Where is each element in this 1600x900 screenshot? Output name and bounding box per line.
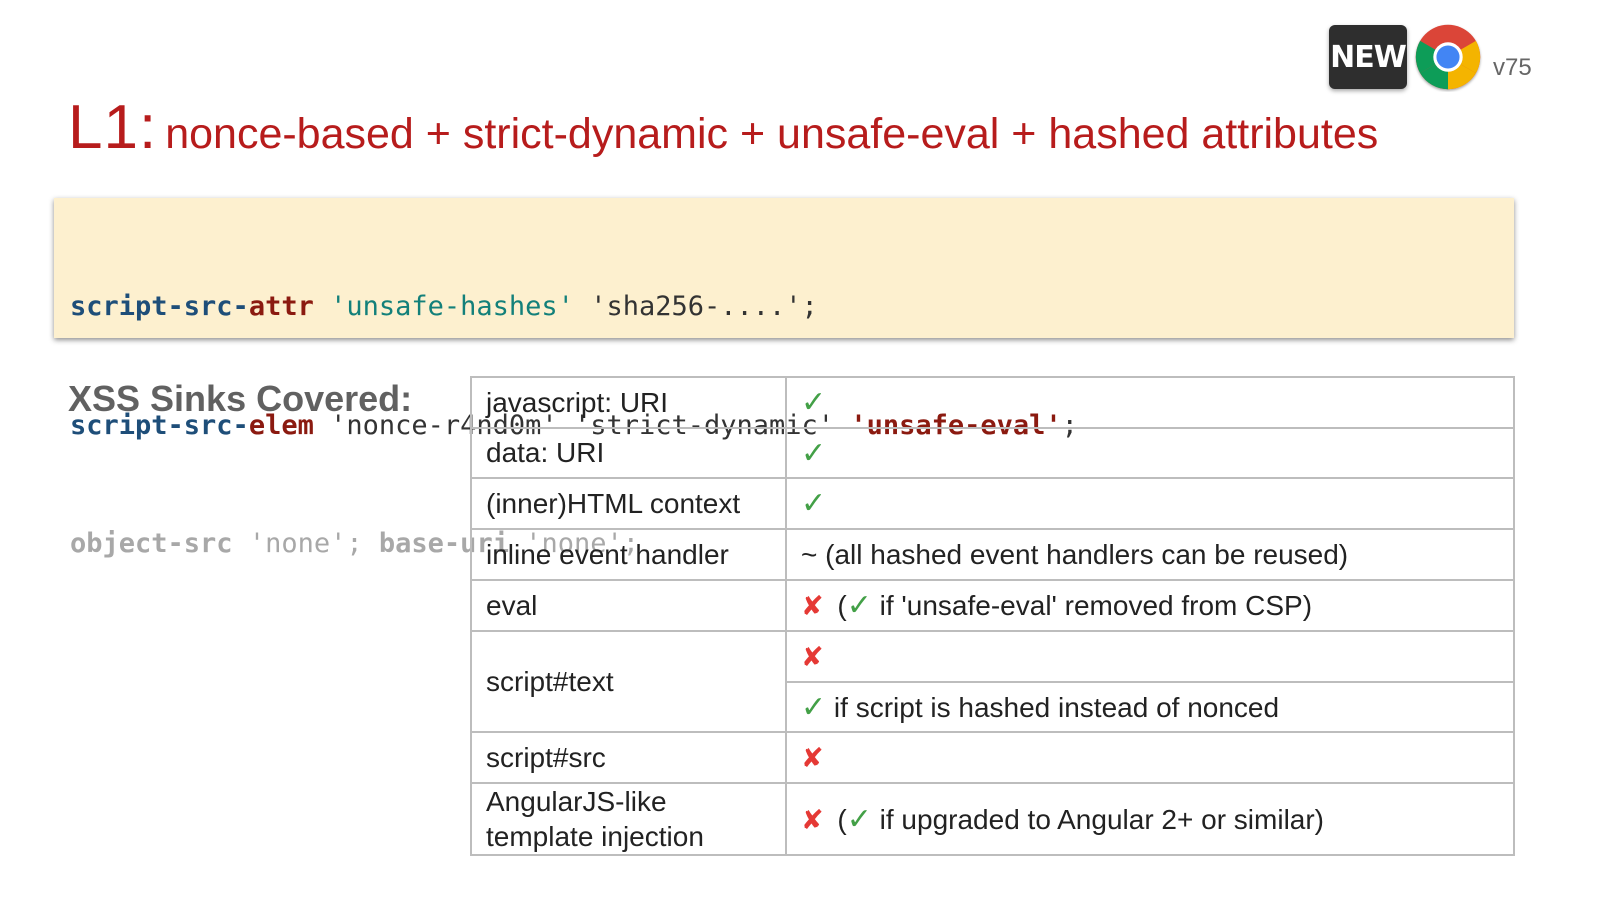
sink-status: ✓ bbox=[785, 376, 1515, 429]
table-row: data: URI ✓ bbox=[470, 427, 1515, 479]
sink-status: ✓ bbox=[785, 427, 1515, 479]
cross-icon: ✘ bbox=[801, 804, 824, 835]
title-prefix: L1: bbox=[68, 93, 158, 162]
note-paren: ( bbox=[837, 803, 847, 835]
check-icon: ✓ bbox=[846, 802, 872, 836]
check-icon: ✓ bbox=[801, 436, 827, 470]
code-punct: ; bbox=[801, 291, 818, 322]
table-row: script#src ✘ bbox=[470, 731, 1515, 784]
sink-name: AngularJS-like template injection bbox=[470, 782, 787, 856]
sink-status: ✘ (✓ if upgraded to Angular 2+ or simila… bbox=[785, 782, 1515, 856]
sink-name: eval bbox=[470, 579, 787, 632]
sinks-table: javascript: URI ✓ data: URI ✓ (inner)HTM… bbox=[470, 376, 1515, 856]
code-line-1: script-src-attr 'unsafe-hashes' 'sha256-… bbox=[70, 287, 1498, 327]
sink-note: if script is hashed instead of nonced bbox=[833, 691, 1280, 723]
version-label: v75 bbox=[1493, 54, 1532, 81]
code-directive: object-src bbox=[70, 528, 233, 559]
code-value: 'unsafe-hashes' bbox=[330, 291, 574, 322]
csp-code-block: script-src-attr 'unsafe-hashes' 'sha256-… bbox=[54, 198, 1514, 559]
table-row: eval ✘ (✓ if 'unsafe-eval' removed from … bbox=[470, 579, 1515, 632]
note-paren: ( bbox=[837, 590, 847, 621]
new-badge: NEW bbox=[1329, 25, 1407, 89]
sink-name-line: template injection bbox=[486, 821, 704, 852]
code-directive: script-src- bbox=[70, 291, 249, 322]
sink-name: javascript: URI bbox=[470, 376, 787, 429]
sink-status: ✘ (✓ if 'unsafe-eval' removed from CSP) bbox=[785, 579, 1515, 632]
sink-status: ✘ bbox=[785, 731, 1515, 784]
sink-name: script#src bbox=[470, 731, 787, 784]
sink-status: ~ (all hashed event handlers can be reus… bbox=[785, 528, 1515, 581]
sink-note: if 'unsafe-eval' removed from CSP) bbox=[879, 590, 1313, 621]
sink-status: ✓ bbox=[785, 477, 1515, 530]
table-row: javascript: URI ✓ bbox=[470, 376, 1515, 429]
check-icon: ✓ bbox=[801, 386, 827, 419]
sink-note: if upgraded to Angular 2+ or similar) bbox=[879, 803, 1325, 835]
sink-name: data: URI bbox=[470, 427, 787, 479]
cross-icon: ✘ bbox=[801, 591, 824, 621]
table-row: inline event handler ~ (all hashed event… bbox=[470, 528, 1515, 581]
table-row: script#text ✘ bbox=[470, 630, 1515, 733]
check-icon: ✓ bbox=[846, 589, 872, 622]
sink-status: ✘ bbox=[785, 630, 1515, 683]
sinks-heading: XSS Sinks Covered: bbox=[68, 378, 413, 419]
page-title: L1: nonce-based + strict-dynamic + unsafe… bbox=[68, 92, 1378, 163]
code-punct: ; bbox=[346, 528, 363, 559]
code-directive-suffix: attr bbox=[248, 291, 314, 322]
sink-name: script#text bbox=[470, 630, 787, 733]
table-row: AngularJS-like template injection ✘ (✓ if… bbox=[470, 782, 1515, 856]
table-row: (inner)HTML context ✓ bbox=[470, 477, 1515, 530]
sink-status: ✓ if script is hashed instead of nonced bbox=[785, 681, 1515, 733]
chrome-logo-icon bbox=[1415, 24, 1481, 90]
sink-name: inline event handler bbox=[470, 528, 787, 581]
code-value: 'none' bbox=[248, 528, 347, 559]
title-main: nonce-based + strict-dynamic + unsafe-ev… bbox=[165, 110, 1379, 158]
sink-name-line: AngularJS-like bbox=[486, 786, 667, 817]
check-icon: ✓ bbox=[801, 690, 827, 724]
code-value: 'sha256-....' bbox=[590, 291, 802, 322]
cross-icon: ✘ bbox=[801, 742, 824, 773]
sink-name: (inner)HTML context bbox=[470, 477, 787, 530]
check-icon: ✓ bbox=[801, 487, 827, 520]
cross-icon: ✘ bbox=[801, 641, 824, 672]
